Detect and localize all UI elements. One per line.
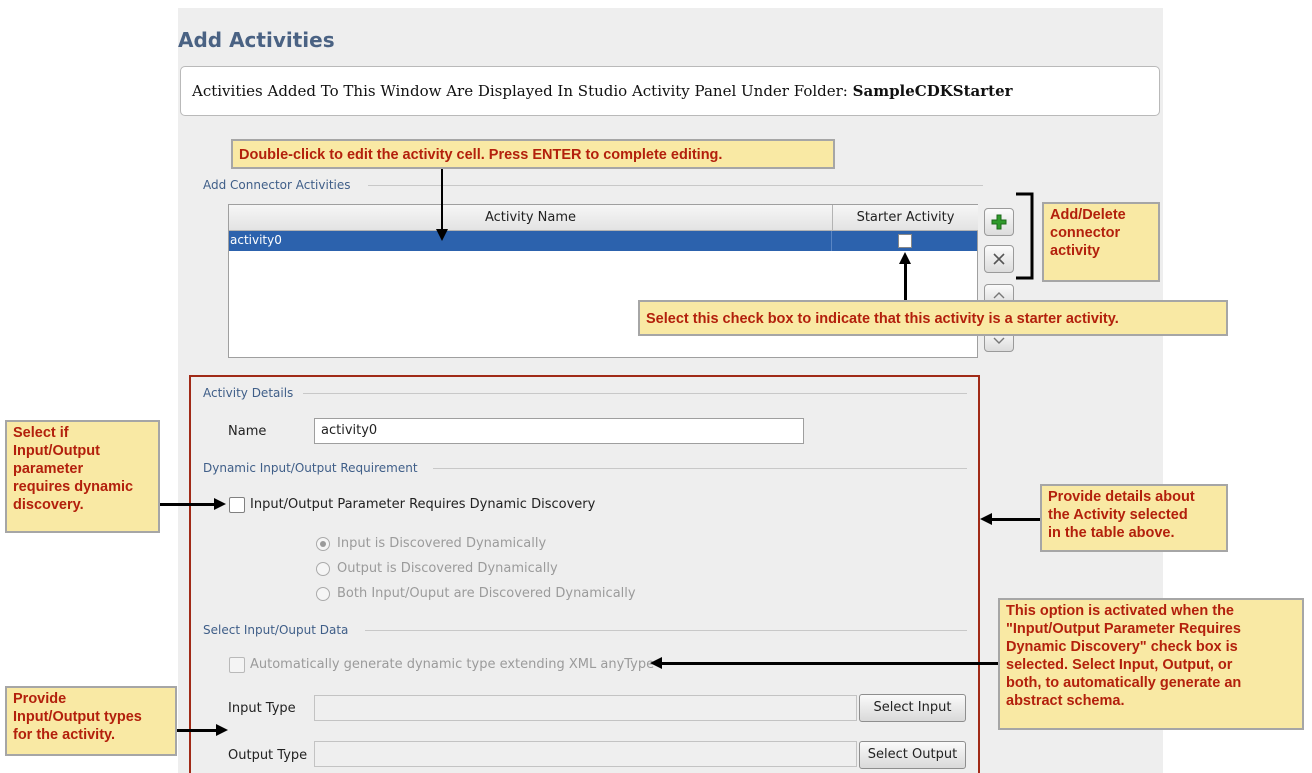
callout-line: Add/Delete [1050, 207, 1126, 223]
callout-line: activity [1050, 243, 1100, 259]
dynamic-section-label: Dynamic Input/Output Requirement [203, 461, 418, 475]
callout-line: requires dynamic [13, 479, 134, 495]
radio-output-dynamic[interactable] [316, 562, 330, 576]
column-header-starter-activity[interactable]: Starter Activity [832, 205, 978, 231]
output-type-label: Output Type [228, 748, 308, 763]
page-title: Add Activities [178, 28, 335, 52]
arrow-line [660, 662, 998, 665]
callout-line: This option is activated when the [1006, 603, 1234, 619]
folder-name: SampleCDKStarter [852, 82, 1013, 100]
arrow-line [160, 503, 218, 506]
folder-info-prefix: Activities Added To This Window Are Disp… [192, 82, 848, 100]
arrow-head [899, 252, 911, 264]
auto-generate-label: Automatically generate dynamic type exte… [250, 657, 655, 672]
callout-line: connector [1050, 225, 1121, 241]
callout-line: parameter [13, 461, 84, 477]
callout-activity-details: Provide details about the Activity selec… [1040, 484, 1228, 552]
callout-line: Provide [13, 691, 67, 707]
callout-add-delete: Add/Delete connector activity [1042, 202, 1160, 282]
connector-section-label: Add Connector Activities [203, 178, 351, 192]
callout-line: Input/Output [13, 443, 100, 459]
arrow-head [980, 513, 992, 525]
chevron-up-icon [993, 292, 1005, 299]
column-header-activity-name[interactable]: Activity Name [229, 205, 832, 231]
table-row[interactable] [229, 231, 977, 251]
radio-output-dynamic-label: Output is Discovered Dynamically [337, 561, 558, 576]
folder-info-text: Activities Added To This Window Are Disp… [192, 82, 1013, 100]
callout-starter-check: Select this check box to indicate that t… [638, 300, 1228, 336]
arrow-line [990, 518, 1040, 521]
dynamic-discovery-checkbox[interactable] [229, 497, 245, 513]
callout-line: Provide details about [1048, 489, 1195, 505]
radio-both-dynamic-label: Both Input/Ouput are Discovered Dynamica… [337, 586, 636, 601]
auto-generate-checkbox[interactable] [229, 657, 245, 673]
section-divider [368, 185, 983, 186]
radio-input-dynamic[interactable] [316, 537, 330, 551]
select-output-button[interactable]: Select Output [859, 741, 966, 769]
callout-line: discovery. [13, 497, 84, 513]
section-divider [433, 468, 967, 469]
add-icon [991, 214, 1007, 230]
section-divider [365, 630, 967, 631]
callout-input-output-types: Provide Input/Output types for the activ… [5, 686, 177, 756]
bracket-marker [1016, 192, 1034, 280]
section-divider [303, 393, 967, 394]
arrow-line [904, 262, 907, 300]
arrow-head [650, 657, 662, 669]
callout-line: for the activity. [13, 727, 116, 743]
callout-line: Input/Output types [13, 709, 142, 725]
starter-activity-checkbox[interactable] [898, 234, 912, 248]
input-type-label: Input Type [228, 701, 296, 716]
name-label: Name [228, 424, 267, 439]
select-input-button[interactable]: Select Input [859, 694, 966, 722]
callout-line: Select if [13, 425, 69, 441]
callout-line: both, to automatically generate an [1006, 675, 1242, 691]
arrow-line [177, 729, 219, 732]
chevron-down-icon [993, 337, 1005, 344]
callout-line: selected. Select Input, Output, or [1006, 657, 1233, 673]
callout-line: "Input/Output Parameter Requires [1006, 621, 1241, 637]
callout-line: Dynamic Discovery" check box is [1006, 639, 1238, 655]
radio-input-dynamic-label: Input is Discovered Dynamically [337, 536, 547, 551]
add-activity-button[interactable] [984, 208, 1014, 236]
cell-divider [831, 231, 832, 251]
arrow-head [436, 229, 448, 241]
delete-activity-button[interactable] [984, 245, 1014, 273]
input-type-field[interactable] [314, 695, 857, 721]
activity-details-label: Activity Details [203, 386, 294, 400]
dynamic-discovery-label: Input/Output Parameter Requires Dynamic … [250, 497, 596, 512]
arrow-head [214, 498, 226, 510]
callout-line: the Activity selected [1048, 507, 1188, 523]
delete-icon [993, 253, 1005, 265]
select-data-section-label: Select Input/Ouput Data [203, 623, 349, 637]
name-field[interactable]: activity0 [314, 418, 804, 444]
arrow-head [216, 724, 228, 736]
callout-dynamic-discovery: Select if Input/Output parameter require… [5, 420, 160, 533]
activity-name-cell[interactable]: activity0 [230, 233, 282, 247]
output-type-field[interactable] [314, 741, 857, 767]
callout-line: in the table above. [1048, 525, 1175, 541]
callout-line: abstract schema. [1006, 693, 1125, 709]
radio-both-dynamic[interactable] [316, 587, 330, 601]
arrow-line [441, 169, 443, 231]
callout-option-activated: This option is activated when the "Input… [998, 598, 1304, 730]
callout-edit-cell: Double-click to edit the activity cell. … [231, 139, 835, 169]
